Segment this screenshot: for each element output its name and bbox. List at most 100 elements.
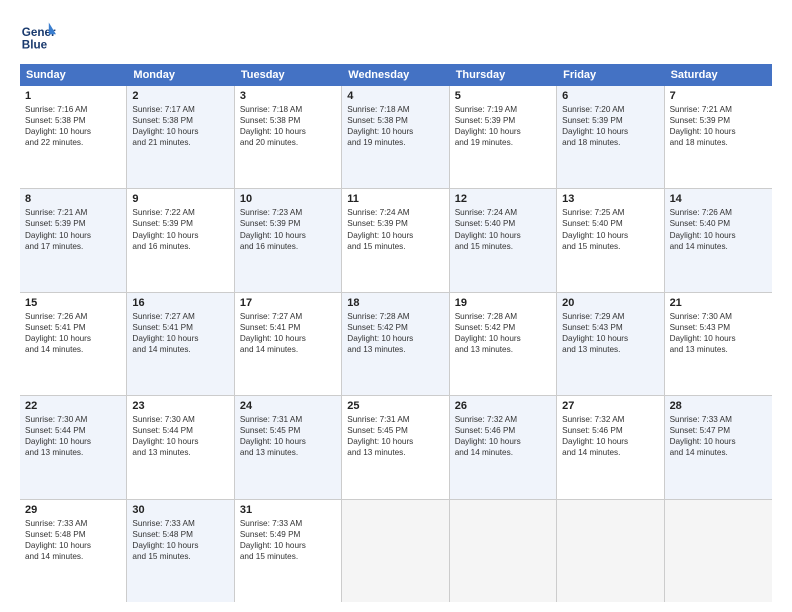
calendar-day-30: 30 Sunrise: 7:33 AM Sunset: 5:48 PM Dayli…: [127, 500, 234, 602]
calendar-week-4: 22 Sunrise: 7:30 AM Sunset: 5:44 PM Dayli…: [20, 396, 772, 499]
day-number: 12: [455, 193, 551, 205]
calendar-day-10: 10 Sunrise: 7:23 AM Sunset: 5:39 PM Dayli…: [235, 189, 342, 291]
calendar: SundayMondayTuesdayWednesdayThursdayFrid…: [20, 64, 772, 602]
day-number: 11: [347, 193, 443, 205]
calendar-day-3: 3 Sunrise: 7:18 AM Sunset: 5:38 PM Daylig…: [235, 86, 342, 188]
day-number: 15: [25, 297, 121, 309]
day-number: 28: [670, 400, 767, 412]
day-header-saturday: Saturday: [665, 64, 772, 86]
day-info: Sunrise: 7:33 AM Sunset: 5:47 PM Dayligh…: [670, 414, 767, 458]
calendar-day-1: 1 Sunrise: 7:16 AM Sunset: 5:38 PM Daylig…: [20, 86, 127, 188]
calendar-day-27: 27 Sunrise: 7:32 AM Sunset: 5:46 PM Dayli…: [557, 396, 664, 498]
calendar-day-31: 31 Sunrise: 7:33 AM Sunset: 5:49 PM Dayli…: [235, 500, 342, 602]
day-info: Sunrise: 7:24 AM Sunset: 5:40 PM Dayligh…: [455, 207, 551, 251]
calendar-week-2: 8 Sunrise: 7:21 AM Sunset: 5:39 PM Daylig…: [20, 189, 772, 292]
day-info: Sunrise: 7:29 AM Sunset: 5:43 PM Dayligh…: [562, 311, 658, 355]
calendar-day-22: 22 Sunrise: 7:30 AM Sunset: 5:44 PM Dayli…: [20, 396, 127, 498]
day-number: 4: [347, 90, 443, 102]
calendar-header: SundayMondayTuesdayWednesdayThursdayFrid…: [20, 64, 772, 86]
day-info: Sunrise: 7:18 AM Sunset: 5:38 PM Dayligh…: [240, 104, 336, 148]
day-info: Sunrise: 7:33 AM Sunset: 5:48 PM Dayligh…: [132, 518, 228, 562]
day-info: Sunrise: 7:22 AM Sunset: 5:39 PM Dayligh…: [132, 207, 228, 251]
day-info: Sunrise: 7:30 AM Sunset: 5:43 PM Dayligh…: [670, 311, 767, 355]
header: General Blue: [20, 18, 772, 54]
day-number: 6: [562, 90, 658, 102]
day-info: Sunrise: 7:33 AM Sunset: 5:49 PM Dayligh…: [240, 518, 336, 562]
calendar-body: 1 Sunrise: 7:16 AM Sunset: 5:38 PM Daylig…: [20, 86, 772, 602]
day-info: Sunrise: 7:32 AM Sunset: 5:46 PM Dayligh…: [562, 414, 658, 458]
day-info: Sunrise: 7:27 AM Sunset: 5:41 PM Dayligh…: [240, 311, 336, 355]
calendar-empty-cell: [450, 500, 557, 602]
day-number: 7: [670, 90, 767, 102]
calendar-week-1: 1 Sunrise: 7:16 AM Sunset: 5:38 PM Daylig…: [20, 86, 772, 189]
day-number: 8: [25, 193, 121, 205]
calendar-day-13: 13 Sunrise: 7:25 AM Sunset: 5:40 PM Dayli…: [557, 189, 664, 291]
calendar-empty-cell: [342, 500, 449, 602]
day-number: 31: [240, 504, 336, 516]
day-info: Sunrise: 7:25 AM Sunset: 5:40 PM Dayligh…: [562, 207, 658, 251]
calendar-day-26: 26 Sunrise: 7:32 AM Sunset: 5:46 PM Dayli…: [450, 396, 557, 498]
calendar-day-16: 16 Sunrise: 7:27 AM Sunset: 5:41 PM Dayli…: [127, 293, 234, 395]
day-info: Sunrise: 7:28 AM Sunset: 5:42 PM Dayligh…: [347, 311, 443, 355]
day-info: Sunrise: 7:20 AM Sunset: 5:39 PM Dayligh…: [562, 104, 658, 148]
day-number: 3: [240, 90, 336, 102]
day-number: 18: [347, 297, 443, 309]
day-number: 13: [562, 193, 658, 205]
day-number: 19: [455, 297, 551, 309]
day-info: Sunrise: 7:23 AM Sunset: 5:39 PM Dayligh…: [240, 207, 336, 251]
calendar-day-2: 2Sunrise: 7:17 AM Sunset: 5:38 PM Daylig…: [127, 86, 234, 188]
calendar-day-9: 9Sunrise: 7:22 AM Sunset: 5:39 PM Daylig…: [127, 189, 234, 291]
day-info: Sunrise: 7:26 AM Sunset: 5:40 PM Dayligh…: [670, 207, 767, 251]
day-info: Sunrise: 7:21 AM Sunset: 5:39 PM Dayligh…: [670, 104, 767, 148]
day-number: 22: [25, 400, 121, 412]
day-info: Sunrise: 7:27 AM Sunset: 5:41 PM Dayligh…: [132, 311, 228, 355]
day-number: 20: [562, 297, 658, 309]
calendar-day-11: 11 Sunrise: 7:24 AM Sunset: 5:39 PM Dayli…: [342, 189, 449, 291]
logo: General Blue: [20, 18, 56, 54]
calendar-day-5: 5Sunrise: 7:19 AM Sunset: 5:39 PM Daylig…: [450, 86, 557, 188]
calendar-week-5: 29 Sunrise: 7:33 AM Sunset: 5:48 PM Dayli…: [20, 500, 772, 602]
calendar-day-23: 23 Sunrise: 7:30 AM Sunset: 5:44 PM Dayli…: [127, 396, 234, 498]
calendar-week-3: 15Sunrise: 7:26 AM Sunset: 5:41 PM Dayli…: [20, 293, 772, 396]
day-info: Sunrise: 7:30 AM Sunset: 5:44 PM Dayligh…: [25, 414, 121, 458]
svg-text:Blue: Blue: [22, 39, 48, 52]
day-number: 17: [240, 297, 336, 309]
day-header-wednesday: Wednesday: [342, 64, 449, 86]
day-info: Sunrise: 7:30 AM Sunset: 5:44 PM Dayligh…: [132, 414, 228, 458]
calendar-day-17: 17 Sunrise: 7:27 AM Sunset: 5:41 PM Dayli…: [235, 293, 342, 395]
calendar-day-19: 19 Sunrise: 7:28 AM Sunset: 5:42 PM Dayli…: [450, 293, 557, 395]
calendar-day-24: 24Sunrise: 7:31 AM Sunset: 5:45 PM Dayli…: [235, 396, 342, 498]
day-number: 30: [132, 504, 228, 516]
day-info: Sunrise: 7:24 AM Sunset: 5:39 PM Dayligh…: [347, 207, 443, 251]
day-info: Sunrise: 7:16 AM Sunset: 5:38 PM Dayligh…: [25, 104, 121, 148]
calendar-day-14: 14Sunrise: 7:26 AM Sunset: 5:40 PM Dayli…: [665, 189, 772, 291]
calendar-empty-cell: [665, 500, 772, 602]
day-info: Sunrise: 7:33 AM Sunset: 5:48 PM Dayligh…: [25, 518, 121, 562]
day-number: 1: [25, 90, 121, 102]
day-info: Sunrise: 7:17 AM Sunset: 5:38 PM Dayligh…: [132, 104, 228, 148]
calendar-day-12: 12 Sunrise: 7:24 AM Sunset: 5:40 PM Dayli…: [450, 189, 557, 291]
day-number: 24: [240, 400, 336, 412]
day-header-friday: Friday: [557, 64, 664, 86]
calendar-day-7: 7 Sunrise: 7:21 AM Sunset: 5:39 PM Daylig…: [665, 86, 772, 188]
calendar-day-25: 25Sunrise: 7:31 AM Sunset: 5:45 PM Dayli…: [342, 396, 449, 498]
calendar-day-15: 15Sunrise: 7:26 AM Sunset: 5:41 PM Dayli…: [20, 293, 127, 395]
calendar-day-6: 6 Sunrise: 7:20 AM Sunset: 5:39 PM Daylig…: [557, 86, 664, 188]
calendar-day-28: 28 Sunrise: 7:33 AM Sunset: 5:47 PM Dayli…: [665, 396, 772, 498]
calendar-day-8: 8 Sunrise: 7:21 AM Sunset: 5:39 PM Daylig…: [20, 189, 127, 291]
day-header-monday: Monday: [127, 64, 234, 86]
day-info: Sunrise: 7:21 AM Sunset: 5:39 PM Dayligh…: [25, 207, 121, 251]
day-info: Sunrise: 7:28 AM Sunset: 5:42 PM Dayligh…: [455, 311, 551, 355]
day-number: 26: [455, 400, 551, 412]
day-number: 16: [132, 297, 228, 309]
day-number: 23: [132, 400, 228, 412]
day-number: 29: [25, 504, 121, 516]
day-header-thursday: Thursday: [450, 64, 557, 86]
day-info: Sunrise: 7:31 AM Sunset: 5:45 PM Dayligh…: [347, 414, 443, 458]
day-info: Sunrise: 7:18 AM Sunset: 5:38 PM Dayligh…: [347, 104, 443, 148]
calendar-day-21: 21Sunrise: 7:30 AM Sunset: 5:43 PM Dayli…: [665, 293, 772, 395]
day-number: 10: [240, 193, 336, 205]
calendar-day-18: 18 Sunrise: 7:28 AM Sunset: 5:42 PM Dayli…: [342, 293, 449, 395]
day-number: 27: [562, 400, 658, 412]
day-info: Sunrise: 7:32 AM Sunset: 5:46 PM Dayligh…: [455, 414, 551, 458]
